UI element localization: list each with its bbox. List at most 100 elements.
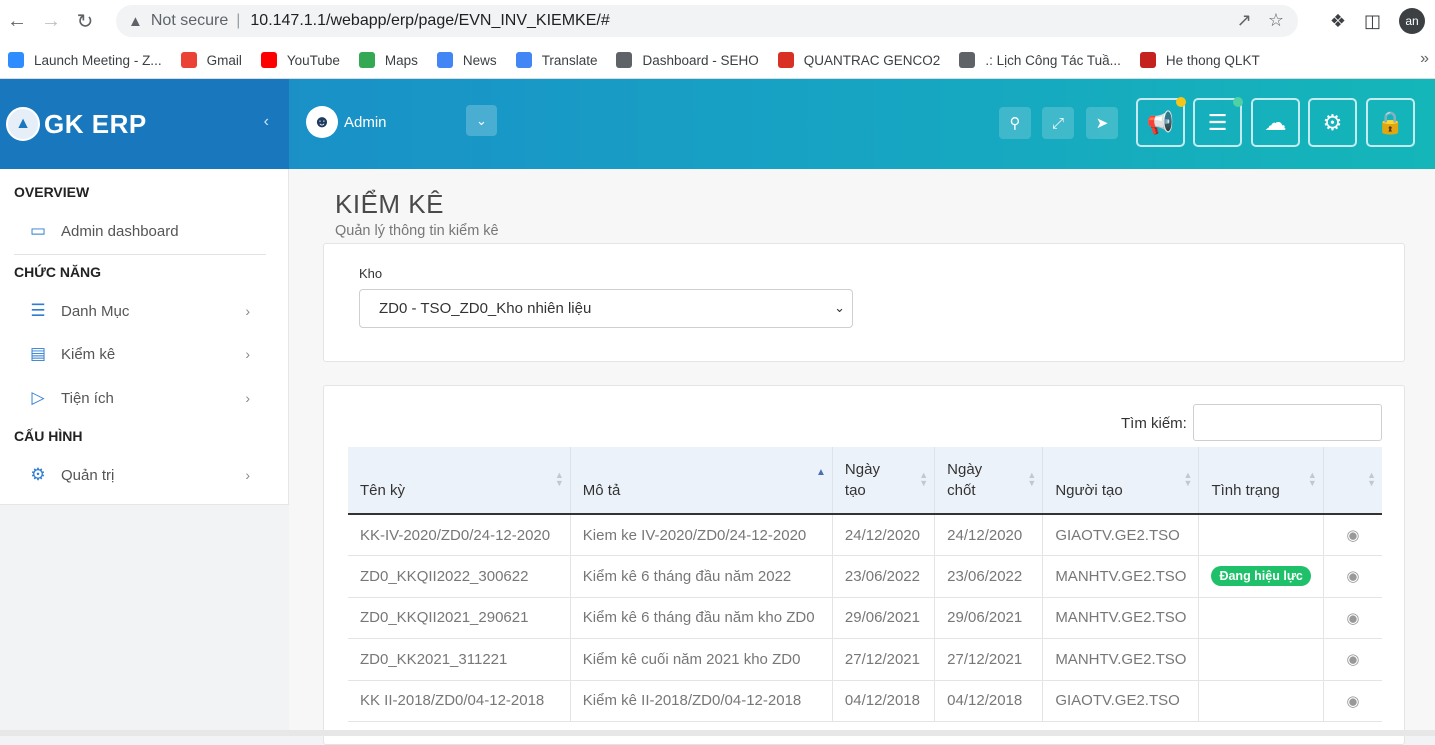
table-row[interactable]: ZD0_KK2021_311221Kiểm kê cuối năm 2021 k…	[348, 639, 1382, 681]
table-row[interactable]: ZD0_KKQII2022_300622Kiểm kê 6 tháng đầu …	[348, 556, 1382, 598]
more-bookmarks-icon[interactable]: »	[1420, 50, 1429, 68]
collapse-sidebar-chevron-icon[interactable]: ‹	[264, 113, 269, 131]
column-mo-ta[interactable]: Mô tả▲	[570, 447, 832, 514]
table-row[interactable]: KK II-2018/ZD0/04-12-2018Kiểm kê II-2018…	[348, 680, 1382, 722]
status-badge: Đang hiệu lực	[1211, 566, 1310, 586]
bookmark-item[interactable]: Launch Meeting - Z...	[8, 52, 162, 68]
fullscreen-icon[interactable]: ⤢	[1042, 107, 1074, 139]
bookmark-item[interactable]: QUANTRAC GENCO2	[778, 52, 941, 68]
cell-ten-ky: KK II-2018/ZD0/04-12-2018	[348, 680, 570, 722]
main-content: KIỂM KÊ Quản lý thông tin kiểm kê Kho ZD…	[289, 169, 1435, 736]
cell-nguoi-tao: GIAOTV.GE2.TSO	[1043, 680, 1199, 722]
table-row[interactable]: KK-IV-2020/ZD0/24-12-2020Kiem ke IV-2020…	[348, 514, 1382, 556]
sort-icon: ▲▼	[1184, 471, 1193, 487]
column-nguoi-tao[interactable]: Người tạo▲▼	[1043, 447, 1199, 514]
search-input[interactable]	[1193, 404, 1382, 441]
bookmark-label: Launch Meeting - Z...	[34, 53, 162, 68]
cell-tinh-trang	[1199, 514, 1323, 556]
extensions-puzzle-icon[interactable]: ❖	[1330, 11, 1346, 32]
send-icon[interactable]: ➤	[1086, 107, 1118, 139]
column-label: Ngày	[845, 461, 880, 478]
bookmark-label: News	[463, 53, 497, 68]
notification-dot	[1176, 97, 1186, 107]
bookmark-item[interactable]: News	[437, 52, 497, 68]
brand-name[interactable]: GK ERP	[44, 109, 147, 140]
announcement-megaphone-icon[interactable]: 📢	[1136, 98, 1185, 147]
column-label: tạo	[845, 482, 866, 499]
cell-mo-ta: Kiểm kê cuối năm 2021 kho ZD0	[570, 639, 832, 681]
eye-view-icon[interactable]: ◉	[1346, 693, 1359, 710]
reload-icon[interactable]: ↻	[68, 4, 102, 38]
bookmark-item[interactable]: YouTube	[261, 52, 340, 68]
user-name: Admin	[344, 114, 387, 131]
share-icon[interactable]: ↗	[1237, 10, 1252, 31]
table-row[interactable]: ZD0_KKQII2021_290621Kiểm kê 6 tháng đầu …	[348, 597, 1382, 639]
user-menu[interactable]: ☻ Admin	[306, 106, 387, 138]
brand-logo-icon[interactable]: ▲	[6, 107, 40, 141]
eye-view-icon[interactable]: ◉	[1346, 527, 1359, 544]
user-dropdown-chevron-icon[interactable]: ⌄	[466, 105, 497, 136]
sliders-settings-icon[interactable]: ☰	[1193, 98, 1242, 147]
profile-avatar[interactable]: an	[1399, 8, 1425, 34]
cell-ngay-tao: 29/06/2021	[832, 597, 934, 639]
cell-nguoi-tao: MANHTV.GE2.TSO	[1043, 597, 1199, 639]
cell-actions: ◉	[1323, 597, 1382, 639]
cell-mo-ta: Kiem ke IV-2020/ZD0/24-12-2020	[570, 514, 832, 556]
browser-toolbar: ← → ↻ ▲ Not secure | 10.147.1.1/webapp/e…	[0, 0, 1435, 42]
youtube-icon	[261, 52, 277, 68]
bookmark-label: .: Lịch Công Tác Tuầ...	[985, 53, 1121, 68]
cell-tinh-trang	[1199, 639, 1323, 681]
kho-select[interactable]: ZD0 - TSO_ZD0_Kho nhiên liệu ⌄	[359, 289, 853, 328]
eye-view-icon[interactable]: ◉	[1346, 651, 1359, 668]
cell-mo-ta: Kiểm kê II-2018/ZD0/04-12-2018	[570, 680, 832, 722]
column-ngay-chot[interactable]: Ngày chốt ▲▼	[935, 447, 1043, 514]
bookmark-item[interactable]: Translate	[516, 52, 598, 68]
cell-ten-ky: KK-IV-2020/ZD0/24-12-2020	[348, 514, 570, 556]
url-text[interactable]: 10.147.1.1/webapp/erp/page/EVN_INV_KIEMK…	[250, 12, 609, 30]
cell-ten-ky: ZD0_KKQII2021_290621	[348, 597, 570, 639]
back-arrow-icon[interactable]: ←	[0, 4, 34, 38]
bookmark-star-icon[interactable]: ☆	[1268, 10, 1284, 31]
sidebar-item-kiem-ke[interactable]: ▤ Kiểm kê ›	[26, 339, 266, 369]
cloud-icon[interactable]: ☁	[1251, 98, 1300, 147]
bookmark-item[interactable]: He thong QLKT	[1140, 52, 1260, 68]
chevron-right-icon: ›	[245, 346, 250, 362]
column-tinh-trang[interactable]: Tình trạng ▲▼	[1199, 447, 1323, 514]
eye-view-icon[interactable]: ◉	[1346, 610, 1359, 627]
gear-icon[interactable]: ⚙	[1308, 98, 1357, 147]
bookmark-label: Gmail	[207, 53, 242, 68]
bookmark-item[interactable]: Maps	[359, 52, 418, 68]
search-icon[interactable]: ⚲	[999, 107, 1031, 139]
cell-actions: ◉	[1323, 514, 1382, 556]
sort-icon: ▲▼	[1308, 471, 1317, 487]
eye-view-icon[interactable]: ◉	[1346, 568, 1359, 585]
tag-icon: ▷	[26, 388, 50, 408]
cell-actions: ◉	[1323, 556, 1382, 598]
sort-icon: ▲▼	[1367, 471, 1376, 487]
column-label: chốt	[947, 482, 975, 499]
bookmark-label: Dashboard - SEHO	[642, 53, 758, 68]
sidebar-item-admin-dashboard[interactable]: ▭ Admin dashboard	[26, 216, 266, 246]
lock-icon[interactable]: 🔒	[1366, 98, 1415, 147]
sidebar-item-quan-tri[interactable]: ⚙ Quản trị ›	[26, 460, 266, 490]
bookmark-label: Translate	[542, 53, 598, 68]
column-label: Tình trạng	[1211, 482, 1279, 499]
sidebar-item-tien-ich[interactable]: ▷ Tiện ích ›	[26, 383, 266, 413]
forward-arrow-icon[interactable]: →	[34, 4, 68, 38]
sort-icon: ▲▼	[555, 471, 564, 487]
kiem-ke-table: Tên kỳ▲▼ Mô tả▲ Ngày tạo ▲▼ Ngày chốt ▲▼ Ngư…	[348, 447, 1382, 722]
column-actions[interactable]: ▲▼	[1323, 447, 1382, 514]
section-config: CẤU HÌNH	[14, 428, 82, 444]
address-bar[interactable]: ▲ Not secure | 10.147.1.1/webapp/erp/pag…	[116, 5, 1298, 37]
side-panel-icon[interactable]: ◫	[1364, 11, 1381, 32]
column-ten-ky[interactable]: Tên kỳ▲▼	[348, 447, 570, 514]
sort-icon: ▲▼	[1027, 471, 1036, 487]
bookmark-item[interactable]: Dashboard - SEHO	[616, 52, 758, 68]
sidebar-item-danh-muc[interactable]: ☰ Danh Mục ›	[26, 296, 266, 326]
column-ngay-tao[interactable]: Ngàytạo▲▼	[832, 447, 934, 514]
bookmark-item[interactable]: Gmail	[181, 52, 242, 68]
column-label: Ngày	[947, 461, 982, 478]
bookmark-item[interactable]: .: Lịch Công Tác Tuầ...	[959, 52, 1121, 68]
sidebar-divider	[14, 254, 266, 255]
brand-area: ▲ GK ERP ‹	[0, 79, 289, 169]
